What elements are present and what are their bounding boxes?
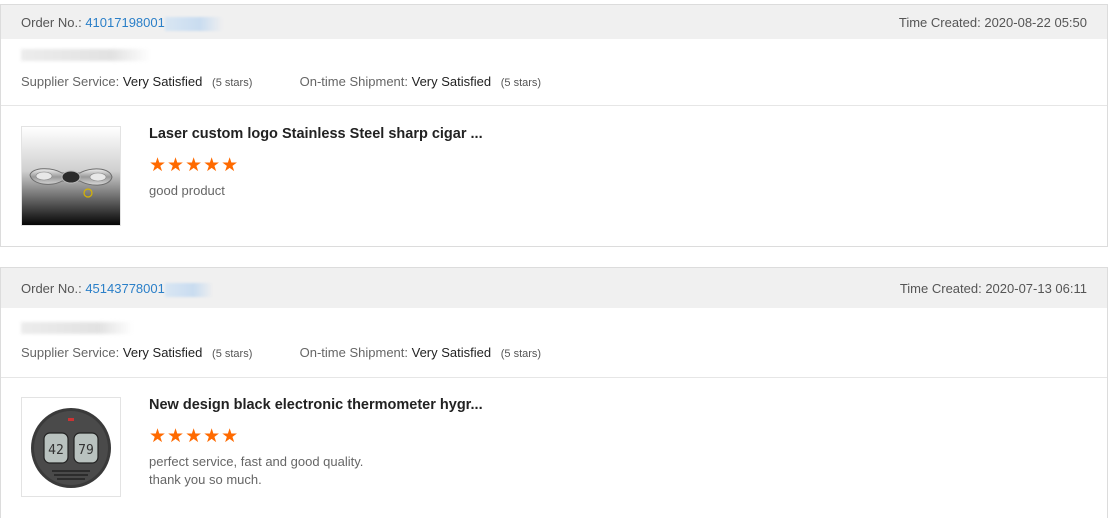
divider <box>1 377 1107 378</box>
order-label: Order No.: <box>21 281 82 296</box>
service-ratings: Supplier Service: Very Satisfied (5 star… <box>21 74 541 89</box>
redacted-order-suffix <box>164 282 213 297</box>
product-title[interactable]: Laser custom logo Stainless Steel sharp … <box>149 126 483 142</box>
star-rating: ★★★★★ <box>149 426 240 447</box>
supplier-service-label: Supplier Service: <box>21 345 120 360</box>
order-header: Order No.: 41017198001 Time Created: 202… <box>1 5 1107 39</box>
order-label: Order No.: <box>21 15 82 30</box>
shipment-stars: (5 stars) <box>500 348 542 360</box>
product-title[interactable]: New design black electronic thermometer … <box>149 397 483 413</box>
divider <box>1 105 1107 106</box>
shipment-value: Very Satisfied <box>411 345 492 360</box>
supplier-service-stars: (5 stars) <box>212 348 253 360</box>
supplier-service-value: Very Satisfied <box>122 74 203 89</box>
thermometer-reading-left: 42 <box>48 443 64 458</box>
supplier-service-value: Very Satisfied <box>122 345 203 360</box>
shipment-label: On-time Shipment: <box>299 345 408 360</box>
time-created: Time Created: 2020-08-22 05:50 <box>898 15 1087 30</box>
review-text: good product <box>149 183 225 198</box>
redacted-order-suffix <box>164 16 223 31</box>
shipment-value: Very Satisfied <box>411 74 492 89</box>
shipment-label: On-time Shipment: <box>299 74 408 89</box>
order-number-link[interactable]: 45143778001 <box>85 281 165 296</box>
redacted-buyer-name <box>21 49 151 61</box>
review-text: perfect service, fast and good quality. … <box>149 454 364 487</box>
product-image-thermometer[interactable]: 42 79 <box>21 397 121 497</box>
star-rating: ★★★★★ <box>149 155 240 176</box>
product-image-cigar-cutter[interactable] <box>21 126 121 226</box>
thermometer-reading-right: 79 <box>78 443 94 458</box>
service-ratings: Supplier Service: Very Satisfied (5 star… <box>21 345 541 360</box>
order-number-link[interactable]: 41017198001 <box>85 15 165 30</box>
order-header: Order No.: 45143778001 Time Created: 202… <box>1 268 1107 308</box>
supplier-service-label: Supplier Service: <box>21 74 120 89</box>
shipment-stars: (5 stars) <box>500 77 542 89</box>
review-card: Order No.: 45143778001 Time Created: 202… <box>0 267 1108 518</box>
time-created: Time Created: 2020-07-13 06:11 <box>899 281 1087 296</box>
redacted-buyer-name <box>21 322 133 334</box>
review-card: Order No.: 41017198001 Time Created: 202… <box>0 4 1108 247</box>
supplier-service-stars: (5 stars) <box>212 77 253 89</box>
